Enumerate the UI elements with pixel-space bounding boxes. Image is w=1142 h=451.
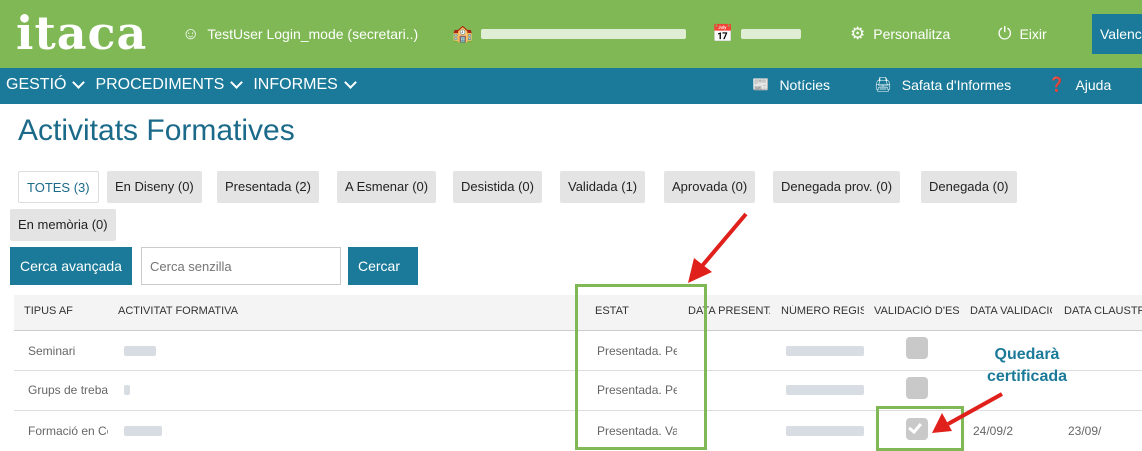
annotation-arrows (688, 212, 1003, 433)
arrow-to-status-icon (688, 212, 748, 283)
arrow-to-checkbox-icon (932, 392, 1003, 433)
